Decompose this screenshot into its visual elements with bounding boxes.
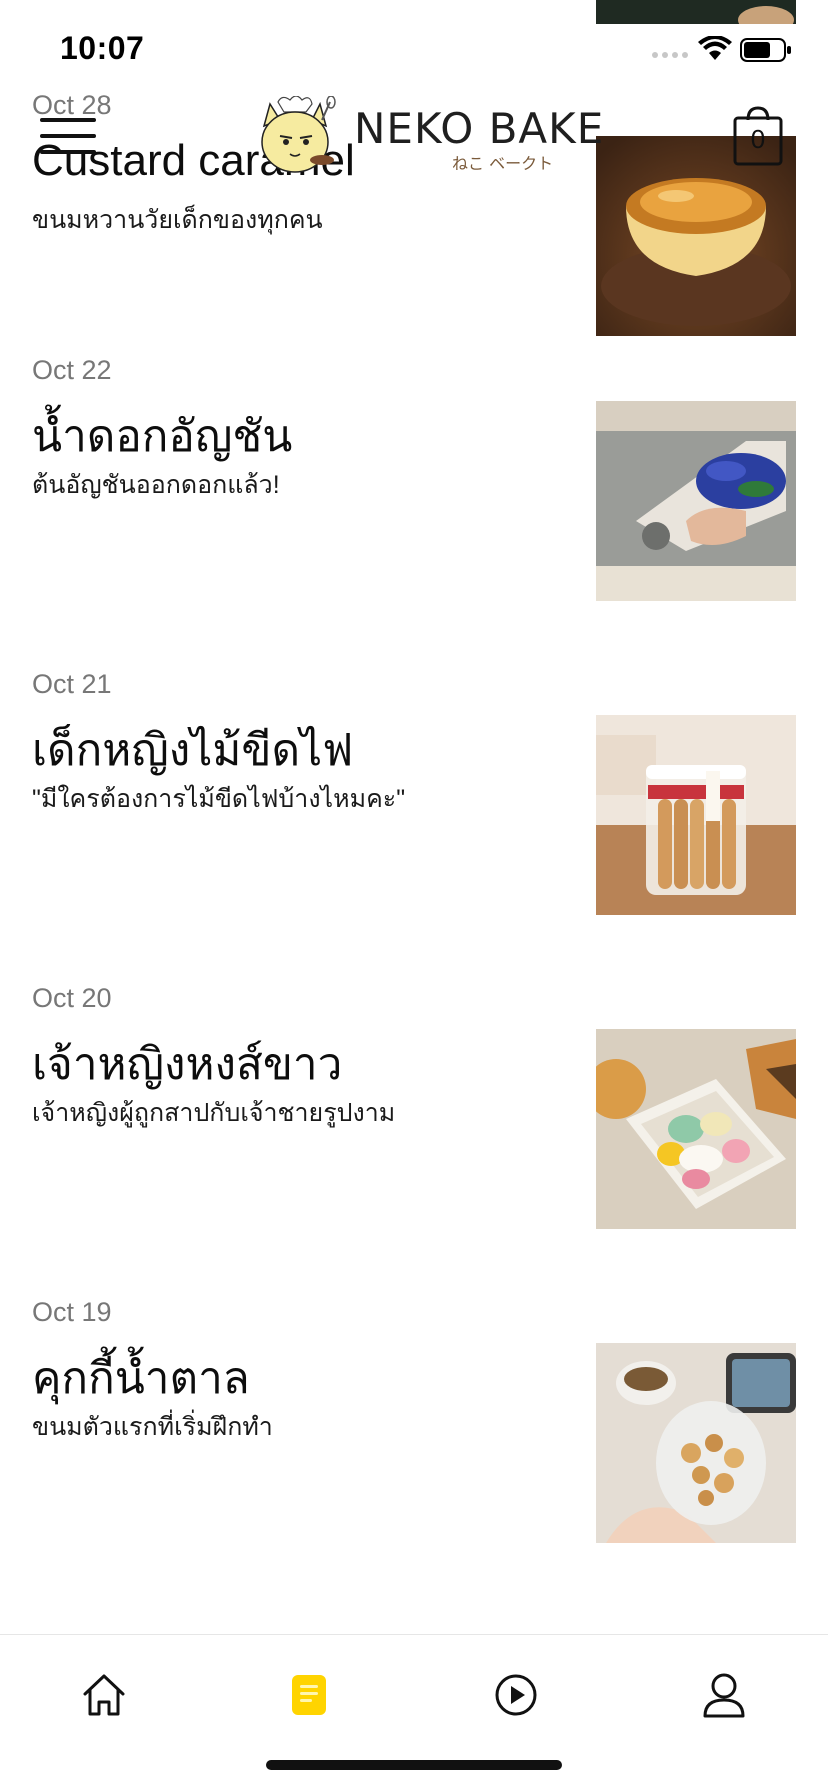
post-item[interactable]: Oct 20 เจ้าหญิงหงส์ขาว เจ้าหญิงผู้ถูกสาป… [0,983,828,1296]
post-item[interactable]: Oct 22 น้ำดอกอัญชัน ต้นอัญชันออกดอกแล้ว! [0,355,828,668]
post-date: Oct 21 [32,669,112,699]
cart-count-badge: 0 [750,124,766,154]
tab-videos[interactable] [486,1665,546,1725]
post-date: Oct 19 [32,1297,112,1327]
profile-icon [703,1673,745,1718]
tab-profile[interactable] [694,1665,754,1725]
post-item[interactable]: Oct 19 คุกกี้น้ำตาล ขนมตัวแรกที่เริ่มฝึก… [0,1297,828,1610]
hamburger-menu-icon[interactable] [40,118,96,158]
home-icon [83,1674,125,1716]
post-subtitle: เจ้าหญิงผู้ถูกสาปกับเจ้าชายรูปงาม [32,1099,396,1127]
post-photo[interactable] [596,715,796,915]
post-item[interactable]: Oct 21 เด็กหญิงไม้ขีดไฟ "มีใครต้องการไม้… [0,669,828,982]
app-screen: Oct 28 Custard caramel ขนมหวานวัยเด็กของ… [0,0,828,1792]
battery-icon [740,38,791,62]
post-subtitle: ขนมหวานวัยเด็กของทุกคน [32,206,323,234]
post-subtitle: ขนมตัวแรกที่เริ่มฝึกทำ [32,1413,273,1441]
logo-subtext: ねこ ベークト [452,154,554,173]
post-photo[interactable] [596,1343,796,1543]
cat-chef-icon [261,96,336,173]
cellular-signal-icon [652,52,688,58]
post-title: น้ำดอกอัญชัน [32,412,293,461]
post-photo[interactable] [596,1029,796,1229]
logo-text: NEKO BAKE [354,104,605,153]
post-subtitle: ต้นอัญชันออกดอกแล้ว! [32,471,280,499]
post-title: เจ้าหญิงหงส์ขาว [32,1040,343,1089]
status-time: 10:07 [60,30,145,66]
post-title: คุกกี้น้ำตาล [32,1354,250,1403]
cart-button[interactable]: 0 [732,104,784,166]
wifi-icon [698,36,732,60]
document-icon [292,1675,326,1715]
tab-blog[interactable] [279,1665,339,1725]
post-date: Oct 20 [32,983,112,1013]
tab-home[interactable] [74,1665,134,1725]
post-title: เด็กหญิงไม้ขีดไฟ [32,726,354,775]
post-photo[interactable] [596,401,796,601]
home-indicator [266,1760,562,1770]
post-subtitle: "มีใครต้องการไม้ขีดไฟบ้างไหมคะ" [32,785,406,813]
status-bar: 10:07 [0,0,828,96]
play-icon [495,1674,537,1716]
post-date: Oct 22 [32,355,112,385]
neko-bake-logo[interactable]: NEKO BAKE ねこ ベークト [256,96,603,176]
